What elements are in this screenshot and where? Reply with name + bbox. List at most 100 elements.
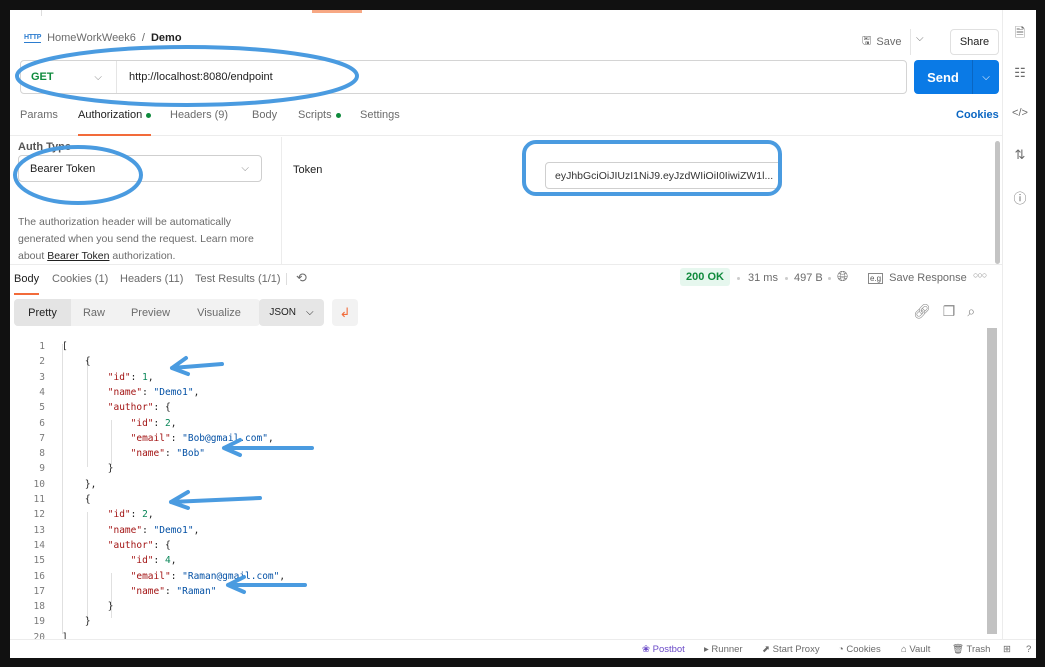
trash-button[interactable]: 🗑︎ Trash xyxy=(952,644,990,655)
view-raw[interactable]: Raw xyxy=(71,299,117,326)
code-line: 15 "id": 4, xyxy=(10,553,177,568)
code-line: 11 { xyxy=(10,492,91,507)
save-button[interactable]: 🖫 Save xyxy=(862,32,901,51)
line-number: 17 xyxy=(33,585,45,597)
url-input[interactable]: http://localhost:8080/endpoint xyxy=(117,71,273,83)
status-dot xyxy=(146,112,152,118)
response-tab-body[interactable]: Body xyxy=(14,273,40,295)
line-number: 2 xyxy=(39,356,45,368)
right-sidebar: 🗎︎ ☷ </> ⇅ ⓘ xyxy=(1002,10,1036,639)
link-icon[interactable]: 🔗︎ xyxy=(913,303,931,320)
cookies-link[interactable]: Cookies xyxy=(956,109,999,121)
tab-authorization[interactable]: Authorization xyxy=(78,109,152,136)
cookies-button[interactable]: ◔ Cookies xyxy=(838,644,881,655)
related-collections-icon[interactable]: ⇅ xyxy=(1011,147,1029,163)
code-text: "email": "Bob@gmail.com", xyxy=(130,432,274,444)
save-response-button[interactable]: e.g Save Response xyxy=(868,272,967,284)
view-visualize[interactable]: Visualize xyxy=(184,299,254,326)
code-line: 18 } xyxy=(10,599,114,614)
auth-type-panel: Auth Type Bearer Token ⌵ The authorizati… xyxy=(10,137,322,265)
vault-button[interactable]: ⌂ Vault xyxy=(901,644,930,655)
tab-separator xyxy=(286,273,287,285)
code-text: "email": "Raman@gmail.com", xyxy=(130,570,286,582)
search-icon[interactable]: ⌕ xyxy=(967,303,975,320)
code-text: } xyxy=(62,463,114,475)
url-bar: GET ⌵ http://localhost:8080/endpoint xyxy=(20,60,907,94)
code-line: 5 "author": { xyxy=(10,400,170,415)
save-response-icon: e.g xyxy=(868,272,884,284)
pane-divider[interactable] xyxy=(10,264,1002,265)
auth-scrollbar[interactable] xyxy=(995,141,1000,264)
more-options-icon[interactable]: ○○○ xyxy=(973,270,987,280)
active-tab-indicator xyxy=(312,10,362,13)
response-tab-cookies[interactable]: Cookies (1) xyxy=(52,273,108,295)
code-text: "name": "Bob" xyxy=(130,448,206,460)
globe-icon[interactable]: 🌐︎ xyxy=(837,268,848,285)
code-line: 6 "id": 2, xyxy=(10,416,176,431)
breadcrumb-collection[interactable]: HomeWorkWeek6 xyxy=(47,32,136,44)
line-number: 4 xyxy=(39,386,45,398)
response-scrollbar[interactable] xyxy=(987,328,997,634)
view-preview[interactable]: Preview xyxy=(117,299,184,326)
line-number: 9 xyxy=(39,463,45,475)
response-tab-test-results[interactable]: Test Results (1/1) xyxy=(195,273,281,295)
request-workspace: HTTP HomeWorkWeek6 / Demo 🖫 Save ⌵ Share… xyxy=(10,10,1002,643)
tab-body[interactable]: Body xyxy=(252,109,277,136)
code-text: { xyxy=(62,494,91,505)
response-tab-headers[interactable]: Headers (11) xyxy=(120,273,183,295)
format-value: JSON xyxy=(269,307,297,318)
history-icon[interactable]: ⟲ xyxy=(296,270,307,286)
view-pretty[interactable]: Pretty xyxy=(14,299,71,326)
runner-button[interactable]: ▸ Runner xyxy=(704,644,743,655)
meta-separator xyxy=(737,277,740,280)
code-text: "name": "Demo1", xyxy=(107,386,200,398)
auth-type-select[interactable]: Bearer Token ⌵ xyxy=(18,155,262,182)
wrap-lines-icon[interactable]: ↲ xyxy=(332,299,358,326)
code-text: "id": 2, xyxy=(130,417,177,429)
comments-icon[interactable]: ☷ xyxy=(1011,65,1029,81)
code-line: 10 }, xyxy=(10,477,97,492)
auth-type-label: Auth Type xyxy=(18,141,71,153)
tab-settings[interactable]: Settings xyxy=(360,109,400,136)
code-icon[interactable]: </> xyxy=(1011,107,1029,119)
copy-icon[interactable]: ❐ xyxy=(943,303,956,320)
response-actions: 🔗︎ ❐ ⌕ xyxy=(913,303,975,320)
line-number: 3 xyxy=(39,371,45,383)
code-text: "id": 2, xyxy=(107,509,154,521)
code-line: 2 { xyxy=(10,354,90,369)
line-number: 16 xyxy=(33,570,45,582)
tab-headers[interactable]: Headers (9) xyxy=(170,109,228,136)
response-body-editor[interactable]: 1[2 {3 "id": 1, 4 "name": "Demo1", 5 "auth… xyxy=(10,330,988,643)
layout-icon[interactable]: ⊞ xyxy=(1003,644,1011,655)
line-number: 6 xyxy=(39,417,45,429)
save-options-chevron-icon[interactable]: ⌵ xyxy=(916,33,924,44)
chevron-down-icon: ⌵ xyxy=(94,71,102,83)
method-select[interactable]: GET ⌵ xyxy=(21,61,117,93)
code-line: 12 "id": 2, xyxy=(10,507,154,522)
tab-params[interactable]: Params xyxy=(20,109,58,136)
start-proxy-button[interactable]: ⬈ Start Proxy xyxy=(762,644,820,655)
bearer-token-link[interactable]: Bearer Token xyxy=(47,250,109,262)
documentation-icon[interactable]: 🗎︎ xyxy=(1011,24,1029,46)
postbot-button[interactable]: ❀ Postbot xyxy=(642,644,685,655)
view-mode-segmented: Pretty Raw Preview Visualize xyxy=(14,299,260,326)
help-icon[interactable]: ? xyxy=(1026,644,1031,655)
send-button[interactable]: Send ⌵ xyxy=(914,60,999,94)
tab-divider xyxy=(41,10,42,16)
tab-scripts[interactable]: Scripts xyxy=(298,109,341,136)
code-text: "author": { xyxy=(107,539,171,551)
code-text: [ xyxy=(62,341,68,352)
breadcrumb-request[interactable]: Demo xyxy=(151,32,182,44)
breadcrumb-separator: / xyxy=(141,32,145,44)
line-number: 14 xyxy=(33,539,45,551)
meta-separator xyxy=(828,277,831,280)
meta-separator xyxy=(785,277,788,280)
send-options-chevron-icon[interactable]: ⌵ xyxy=(973,72,999,83)
token-input[interactable]: eyJhbGciOiJIUzI1NiJ9.eyJzdWIiOiI0IiwiZW1… xyxy=(545,162,782,189)
code-text: "name": "Demo1", xyxy=(107,524,200,536)
breadcrumb: HTTP HomeWorkWeek6 / Demo xyxy=(24,32,182,44)
share-button[interactable]: Share xyxy=(950,29,999,55)
save-icon: 🖫 xyxy=(862,35,872,47)
format-select[interactable]: JSON ⌵ xyxy=(259,299,324,326)
info-icon[interactable]: ⓘ xyxy=(1011,188,1029,207)
